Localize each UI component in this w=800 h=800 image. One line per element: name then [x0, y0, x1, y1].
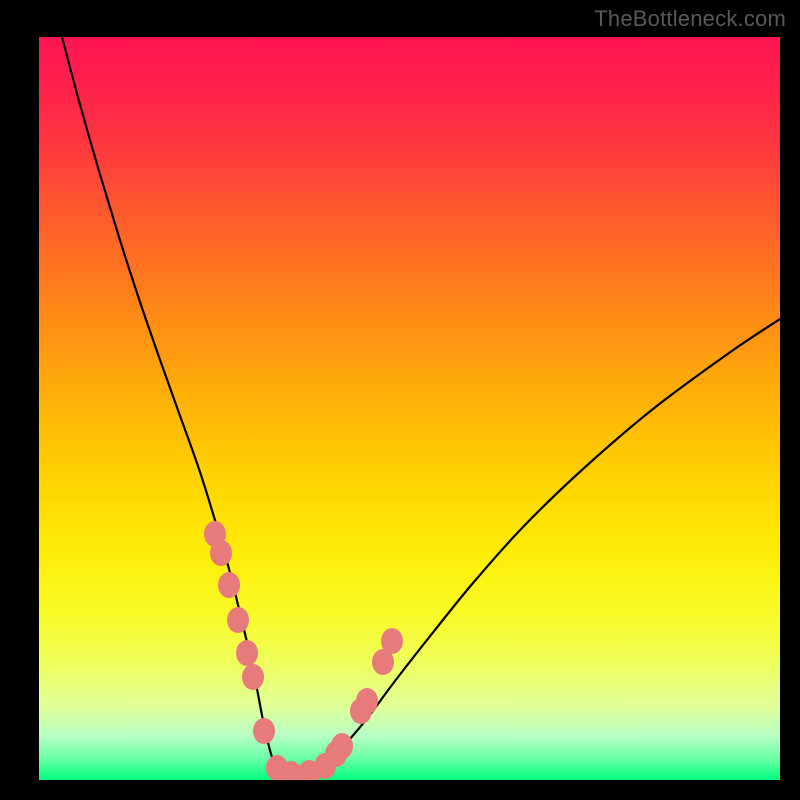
plot-area	[39, 37, 780, 780]
curve-marker	[242, 664, 264, 690]
curve-marker	[331, 733, 353, 759]
curve-marker	[218, 572, 240, 598]
bottleneck-curve-svg	[39, 37, 780, 780]
curve-path	[62, 37, 780, 780]
curve-marker	[253, 718, 275, 744]
curve-marker	[381, 628, 403, 654]
curve-marker	[227, 607, 249, 633]
curve-marker	[356, 688, 378, 714]
marker-group	[204, 521, 403, 780]
curve-marker	[236, 640, 258, 666]
curve-marker	[210, 540, 232, 566]
watermark-text: TheBottleneck.com	[594, 6, 786, 32]
